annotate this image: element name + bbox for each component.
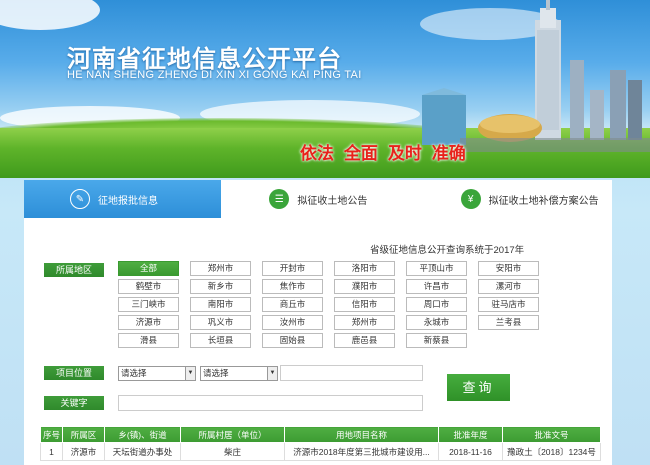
col-header: 所属区 bbox=[62, 426, 105, 443]
region-button[interactable]: 濮阳市 bbox=[334, 279, 395, 294]
col-header: 所属村居（单位） bbox=[180, 426, 285, 443]
table-cell: 柴庄 bbox=[180, 442, 285, 461]
col-header: 批准年度 bbox=[438, 426, 503, 443]
table-cell: 天坛街道办事处 bbox=[104, 442, 181, 461]
money-icon: ¥ bbox=[460, 189, 481, 209]
col-header: 用地项目名称 bbox=[284, 426, 439, 443]
region-button[interactable]: 周口市 bbox=[406, 297, 467, 312]
region-button[interactable]: 商丘市 bbox=[262, 297, 323, 312]
region-button[interactable]: 许昌市 bbox=[406, 279, 467, 294]
region-button[interactable]: 滑县 bbox=[118, 333, 179, 348]
region-button[interactable]: 鹿邑县 bbox=[334, 333, 395, 348]
region-button[interactable]: 焦作市 bbox=[262, 279, 323, 294]
select-value: 请选择 bbox=[203, 368, 229, 378]
notice-marquee: 省级征地信息公开查询系统于2017年 bbox=[370, 245, 525, 256]
location-input[interactable] bbox=[280, 365, 423, 381]
col-header: 批准文号 bbox=[502, 426, 601, 443]
tab-label: 拟征收土地补偿方案公告 bbox=[488, 195, 599, 207]
region-button[interactable]: 信阳市 bbox=[334, 297, 395, 312]
table-header-row: 序号 所属区 乡(镇)、街道 所属村居（单位） 用地项目名称 批准年度 批准文号 bbox=[40, 426, 601, 443]
region-button[interactable]: 驻马店市 bbox=[478, 297, 539, 312]
region-button[interactable]: 漯河市 bbox=[478, 279, 539, 294]
region-button[interactable]: 鹤壁市 bbox=[118, 279, 179, 294]
tab-compensation-notice[interactable]: ¥ 拟征收土地补偿方案公告 bbox=[421, 180, 612, 218]
region-button[interactable]: 洛阳市 bbox=[334, 261, 395, 276]
region-button[interactable]: 平顶山市 bbox=[406, 261, 467, 276]
slogan: 依法 全面 及时 准确 bbox=[300, 144, 466, 164]
region-button[interactable]: 长垣县 bbox=[190, 333, 251, 348]
table-cell: 1 bbox=[40, 442, 63, 461]
cloud bbox=[0, 0, 100, 30]
tab-land-acquisition-notice[interactable]: ☰ 拟征收土地公告 bbox=[221, 180, 420, 218]
query-button[interactable]: 查询 bbox=[447, 374, 510, 401]
list-icon: ☰ bbox=[269, 189, 290, 209]
col-header: 乡(镇)、街道 bbox=[104, 426, 181, 443]
region-button[interactable]: 安阳市 bbox=[478, 261, 539, 276]
col-header: 序号 bbox=[40, 426, 63, 443]
region-button[interactable]: 三门峡市 bbox=[118, 297, 179, 312]
site-title-pinyin: HE NAN SHENG ZHENG DI XIN XI GONG KAI PI… bbox=[67, 69, 362, 81]
region-button[interactable]: 南阳市 bbox=[190, 297, 251, 312]
region-button[interactable]: 新蔡县 bbox=[406, 333, 467, 348]
table-cell[interactable]: 济源市2018年度第三批城市建设用... bbox=[284, 442, 439, 461]
main-tabs: ✎ 征地报批信息 ☰ 拟征收土地公告 ¥ 拟征收土地补偿方案公告 bbox=[24, 180, 612, 218]
tab-label: 征地报批信息 bbox=[98, 195, 158, 207]
region-button[interactable]: 新乡市 bbox=[190, 279, 251, 294]
keyword-label: 关键字 bbox=[44, 396, 104, 410]
region-button[interactable]: 郑州市 bbox=[334, 315, 395, 330]
city-select[interactable]: 请选择 ▼ bbox=[200, 366, 278, 381]
document-icon: ✎ bbox=[70, 189, 90, 209]
region-button[interactable]: 巩义市 bbox=[190, 315, 251, 330]
chevron-down-icon: ▼ bbox=[185, 367, 195, 380]
chevron-down-icon: ▼ bbox=[267, 367, 277, 380]
location-label: 项目位置 bbox=[44, 366, 104, 380]
region-label: 所属地区 bbox=[44, 263, 104, 277]
region-button[interactable]: 兰考县 bbox=[478, 315, 539, 330]
region-button[interactable]: 固始县 bbox=[262, 333, 323, 348]
region-button[interactable]: 全部 bbox=[118, 261, 179, 276]
header-banner: 河南省征地信息公开平台 HE NAN SHENG ZHENG DI XIN XI… bbox=[0, 0, 650, 178]
results-table: 序号 所属区 乡(镇)、街道 所属村居（单位） 用地项目名称 批准年度 批准文号… bbox=[40, 426, 601, 461]
region-button[interactable]: 永城市 bbox=[406, 315, 467, 330]
keyword-input[interactable] bbox=[118, 395, 423, 411]
table-cell: 豫政土〔2018〕1234号 bbox=[502, 442, 601, 461]
select-value: 请选择 bbox=[121, 368, 147, 378]
table-row[interactable]: 1 济源市 天坛街道办事处 柴庄 济源市2018年度第三批城市建设用... 20… bbox=[40, 442, 601, 461]
region-button[interactable]: 济源市 bbox=[118, 315, 179, 330]
region-button[interactable]: 汝州市 bbox=[262, 315, 323, 330]
region-button[interactable]: 郑州市 bbox=[190, 261, 251, 276]
search-panel: 省级征地信息公开查询系统于2017年 所属地区 全部 郑州市 开封市 洛阳市 平顶山市安… bbox=[24, 218, 612, 465]
table-cell: 济源市 bbox=[62, 442, 105, 461]
tab-land-approval[interactable]: ✎ 征地报批信息 bbox=[24, 180, 222, 218]
table-cell: 2018-11-16 bbox=[438, 442, 503, 461]
tab-label: 拟征收土地公告 bbox=[297, 195, 368, 207]
region-button[interactable]: 开封市 bbox=[262, 261, 323, 276]
province-select[interactable]: 请选择 ▼ bbox=[118, 366, 196, 381]
